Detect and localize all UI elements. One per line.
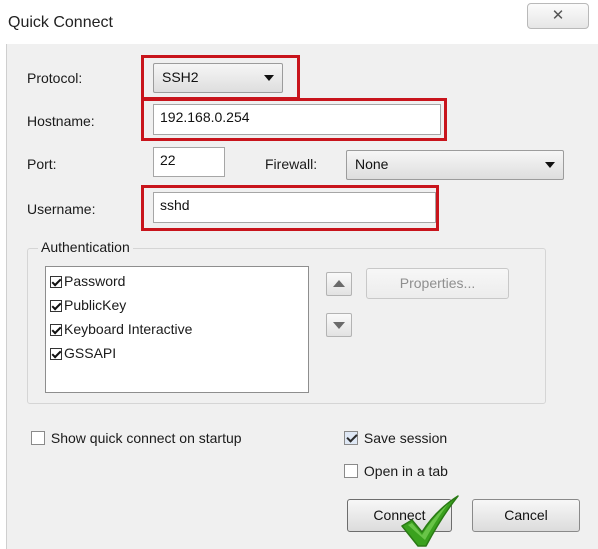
move-up-button[interactable] bbox=[326, 272, 352, 296]
checkbox-icon[interactable] bbox=[50, 300, 62, 312]
save-session-option[interactable]: Save session bbox=[344, 430, 447, 446]
protocol-label: Protocol: bbox=[27, 70, 83, 86]
authentication-title: Authentication bbox=[38, 239, 133, 255]
firewall-select[interactable]: None bbox=[346, 150, 564, 180]
auth-method-keyboard-interactive[interactable]: Keyboard Interactive bbox=[50, 318, 192, 340]
firewall-label: Firewall: bbox=[265, 156, 318, 172]
close-icon: ✕ bbox=[551, 6, 565, 24]
open-in-tab-option[interactable]: Open in a tab bbox=[344, 463, 448, 479]
highlight-box-hostname bbox=[141, 98, 447, 141]
cancel-button[interactable]: Cancel bbox=[472, 499, 580, 532]
highlight-box-username bbox=[141, 185, 439, 231]
auth-method-gssapi[interactable]: GSSAPI bbox=[50, 342, 116, 364]
show-on-startup-label: Show quick connect on startup bbox=[50, 430, 242, 446]
port-input[interactable]: 22 bbox=[153, 147, 225, 177]
save-session-label: Save session bbox=[363, 430, 448, 446]
arrow-up-icon bbox=[333, 280, 345, 287]
show-on-startup-option[interactable]: Show quick connect on startup bbox=[31, 430, 242, 446]
show-on-startup-checkbox[interactable] bbox=[31, 431, 45, 445]
properties-button[interactable]: Properties... bbox=[366, 268, 509, 299]
highlight-box-protocol bbox=[141, 55, 300, 100]
arrow-down-icon bbox=[333, 322, 345, 329]
auth-method-password[interactable]: Password bbox=[50, 270, 125, 292]
close-button[interactable]: ✕ bbox=[527, 3, 589, 29]
green-checkmark-icon bbox=[401, 495, 459, 547]
authentication-list[interactable]: Password PublicKey Keyboard Interactive … bbox=[45, 266, 309, 393]
checkbox-icon[interactable] bbox=[50, 348, 62, 360]
port-label: Port: bbox=[27, 156, 57, 172]
chevron-down-icon bbox=[545, 162, 555, 168]
open-in-tab-label: Open in a tab bbox=[363, 463, 448, 479]
username-label: Username: bbox=[27, 201, 96, 217]
save-session-checkbox[interactable] bbox=[344, 431, 358, 445]
checkbox-icon[interactable] bbox=[50, 276, 62, 288]
move-down-button[interactable] bbox=[326, 313, 352, 337]
port-value: 22 bbox=[160, 152, 176, 168]
firewall-value: None bbox=[355, 156, 389, 172]
window-title: Quick Connect bbox=[8, 14, 113, 31]
auth-method-publickey[interactable]: PublicKey bbox=[50, 294, 126, 316]
hostname-label: Hostname: bbox=[27, 113, 95, 129]
open-in-tab-checkbox[interactable] bbox=[344, 464, 358, 478]
checkbox-icon[interactable] bbox=[50, 324, 62, 336]
